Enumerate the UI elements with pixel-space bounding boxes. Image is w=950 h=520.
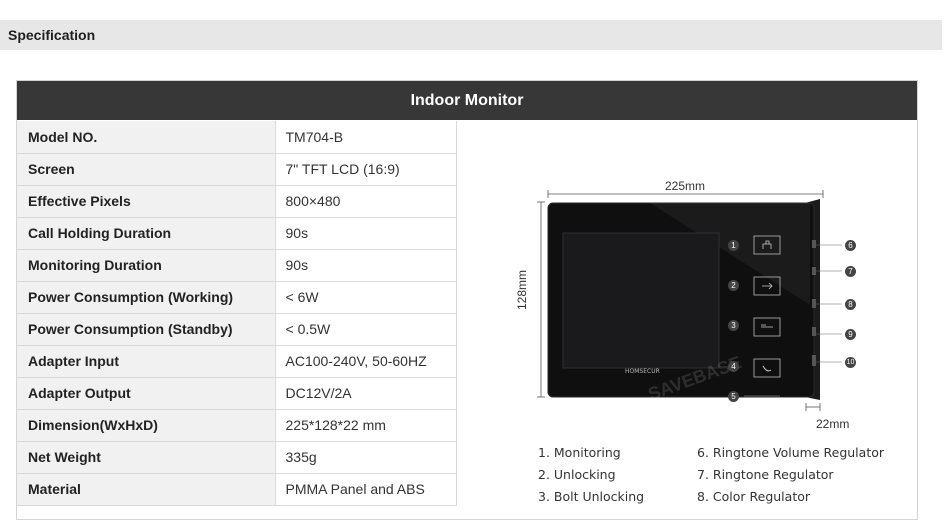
legend-item: 6. Ringtone Volume Regulator xyxy=(697,445,885,460)
marker-5: 5 xyxy=(728,391,739,402)
spec-label: Adapter Output xyxy=(17,377,276,410)
marker-6: 6 xyxy=(845,240,856,251)
table-row: Screen 7" TFT LCD (16:9) xyxy=(17,153,457,186)
spec-value: 225*128*22 mm xyxy=(275,409,457,442)
table-title: Indoor Monitor xyxy=(17,81,917,120)
spec-value: AC100-240V, 50-60HZ xyxy=(275,345,457,378)
legend-item: 2. Unlocking xyxy=(538,467,616,482)
spec-label: Call Holding Duration xyxy=(17,217,276,250)
marker-1: 1 xyxy=(728,240,739,251)
table-row: Material PMMA Panel and ABS xyxy=(17,473,457,506)
spec-label: Screen xyxy=(17,153,276,186)
depth-dimension-label: 22mm xyxy=(816,417,850,431)
spec-label: Effective Pixels xyxy=(17,185,276,218)
legend-item: 8. Color Regulator xyxy=(697,489,811,504)
spec-value: 90s xyxy=(275,249,457,282)
width-dimension-label: 225mm xyxy=(665,179,706,193)
spec-label: Monitoring Duration xyxy=(17,249,276,282)
spec-label: Power Consumption (Working) xyxy=(17,281,276,314)
table-row: Dimension(WxHxD) 225*128*22 mm xyxy=(17,409,457,442)
marker-3: 3 xyxy=(728,320,739,331)
table-row: Model NO. TM704-B xyxy=(17,121,457,154)
table-row: Power Consumption (Working) < 6W xyxy=(17,281,457,314)
table-row: Power Consumption (Standby) < 0.5W xyxy=(17,313,457,346)
spec-label: Dimension(WxHxD) xyxy=(17,409,276,442)
table-row: Monitoring Duration 90s xyxy=(17,249,457,282)
spec-value: 800×480 xyxy=(275,185,457,218)
spec-value: TM704-B xyxy=(275,121,457,154)
marker-10: 10 xyxy=(845,357,856,368)
spec-value: PMMA Panel and ABS xyxy=(275,473,457,506)
spec-label: Adapter Input xyxy=(17,345,276,378)
spec-value: DC12V/2A xyxy=(275,377,457,410)
spec-value: 7" TFT LCD (16:9) xyxy=(275,153,457,186)
marker-7: 7 xyxy=(845,266,856,277)
spec-value: < 6W xyxy=(275,281,457,314)
height-dimension-label: 128mm xyxy=(515,269,529,310)
brand-label: HOMSECUR xyxy=(625,368,660,375)
table-row: Net Weight 335g xyxy=(17,441,457,474)
table-row: Effective Pixels 800×480 xyxy=(17,185,457,218)
spec-table: Model NO. TM704-B Screen 7" TFT LCD (16:9)… xyxy=(17,121,457,506)
legend-item: 1. Monitoring xyxy=(538,445,621,460)
monitor-diagram: HOMSECUR SAVEBASE xyxy=(537,190,842,411)
table-row: Call Holding Duration 90s xyxy=(17,217,457,250)
table-row: Adapter Output DC12V/2A xyxy=(17,377,457,410)
spec-label: Model NO. xyxy=(17,121,276,154)
spec-label: Net Weight xyxy=(17,441,276,474)
monitor-screen xyxy=(562,232,720,369)
legend-item: 7. Ringtone Regulator xyxy=(697,467,834,482)
marker-4: 4 xyxy=(728,361,739,372)
section-title: Specification xyxy=(0,20,942,50)
spec-label: Power Consumption (Standby) xyxy=(17,313,276,346)
table-row: Adapter Input AC100-240V, 50-60HZ xyxy=(17,345,457,378)
spec-value: < 0.5W xyxy=(275,313,457,346)
marker-9: 9 xyxy=(845,329,856,340)
legend-item: 3. Bolt Unlocking xyxy=(538,489,645,504)
spec-label: Material xyxy=(17,473,276,506)
marker-8: 8 xyxy=(845,299,856,310)
marker-2: 2 xyxy=(728,280,739,291)
spec-value: 90s xyxy=(275,217,457,250)
spec-value: 335g xyxy=(275,441,457,474)
